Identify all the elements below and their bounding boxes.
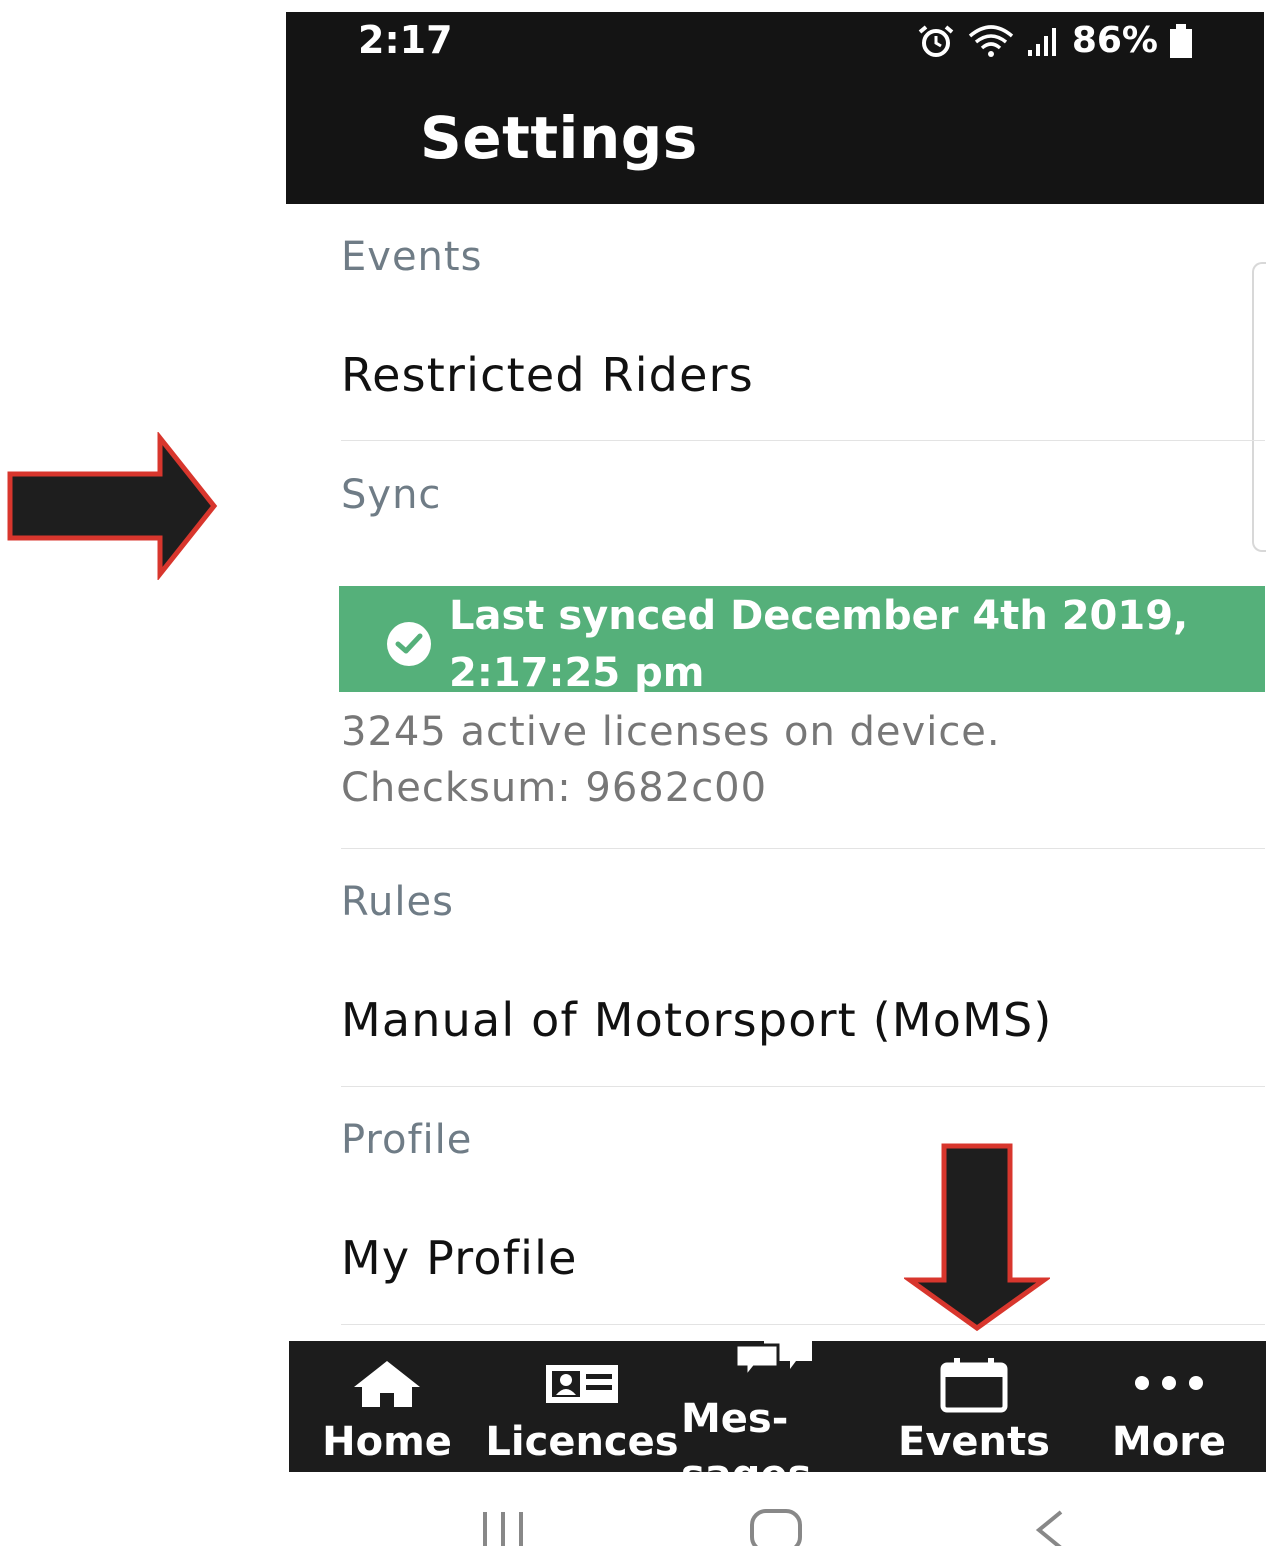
- scroll-indicator[interactable]: [1252, 262, 1266, 552]
- tab-licences[interactable]: Licences: [485, 1341, 679, 1472]
- system-nav-bar: [289, 1472, 1266, 1546]
- calendar-icon: [940, 1358, 1008, 1413]
- sync-status-banner[interactable]: Last synced December 4th 2019, 2:17:25 p…: [339, 586, 1265, 696]
- menu-item-my-profile[interactable]: My Profile: [341, 1231, 578, 1285]
- sync-info: 3245 active licenses on device. Checksum…: [341, 704, 1001, 816]
- chat-bubbles-icon: [734, 1341, 812, 1382]
- active-licenses-text: 3245 active licenses on device.: [341, 709, 1001, 755]
- sync-status-line1: Last synced December 4th 2019,: [449, 593, 1189, 639]
- battery-icon: [1170, 23, 1192, 58]
- tab-messages[interactable]: Mes- sages: [679, 1341, 825, 1472]
- section-label-sync: Sync: [341, 472, 442, 518]
- tab-label-messages: Mes- sages: [681, 1396, 811, 1472]
- sync-status-line2: 2:17:25 pm: [449, 650, 705, 696]
- back-nav-icon[interactable]: [1033, 1510, 1067, 1546]
- section-label-profile: Profile: [341, 1117, 473, 1163]
- tab-label-events: Events: [898, 1419, 1050, 1465]
- home-icon: [354, 1361, 420, 1407]
- home-nav-icon[interactable]: [749, 1508, 803, 1546]
- app-header: Settings: [286, 72, 1264, 204]
- tab-home[interactable]: Home: [309, 1341, 465, 1472]
- status-time: 2:17: [358, 18, 453, 62]
- divider: [341, 1086, 1265, 1087]
- menu-item-restricted-riders[interactable]: Restricted Riders: [341, 348, 754, 402]
- section-label-rules: Rules: [341, 879, 454, 925]
- tab-more[interactable]: More: [1099, 1341, 1239, 1472]
- checksum-text: Checksum: 9682c00: [341, 765, 768, 811]
- divider: [341, 440, 1265, 441]
- wifi-icon: [968, 24, 1013, 57]
- divider: [341, 1324, 1265, 1325]
- status-bar: 2:17 86%: [286, 12, 1264, 72]
- signal-icon: [1027, 27, 1056, 56]
- section-label-events: Events: [341, 234, 483, 280]
- page-title: Settings: [420, 104, 698, 172]
- status-icons: 86%: [916, 20, 1194, 61]
- tab-label-licences: Licences: [485, 1419, 679, 1465]
- alarm-icon: [918, 24, 954, 57]
- annotation-arrow-down: [904, 1143, 1050, 1332]
- id-card-icon: [546, 1365, 618, 1403]
- recent-apps-icon[interactable]: [479, 1510, 527, 1546]
- annotation-arrow-right: [7, 432, 218, 580]
- tab-label-home: Home: [322, 1419, 452, 1465]
- bottom-tab-bar: Home Licences Mes- sages Events: [289, 1341, 1266, 1472]
- battery-percent: 86%: [1071, 20, 1158, 61]
- menu-item-manual-of-motorsport[interactable]: Manual of Motorsport (MoMS): [341, 993, 1053, 1047]
- tab-events[interactable]: Events: [889, 1341, 1059, 1472]
- sync-status-text: Last synced December 4th 2019, 2:17:25 p…: [449, 588, 1249, 702]
- divider: [341, 848, 1265, 849]
- check-circle-icon: [387, 622, 431, 666]
- more-dots-icon: [1135, 1376, 1203, 1390]
- tab-label-more: More: [1111, 1419, 1227, 1465]
